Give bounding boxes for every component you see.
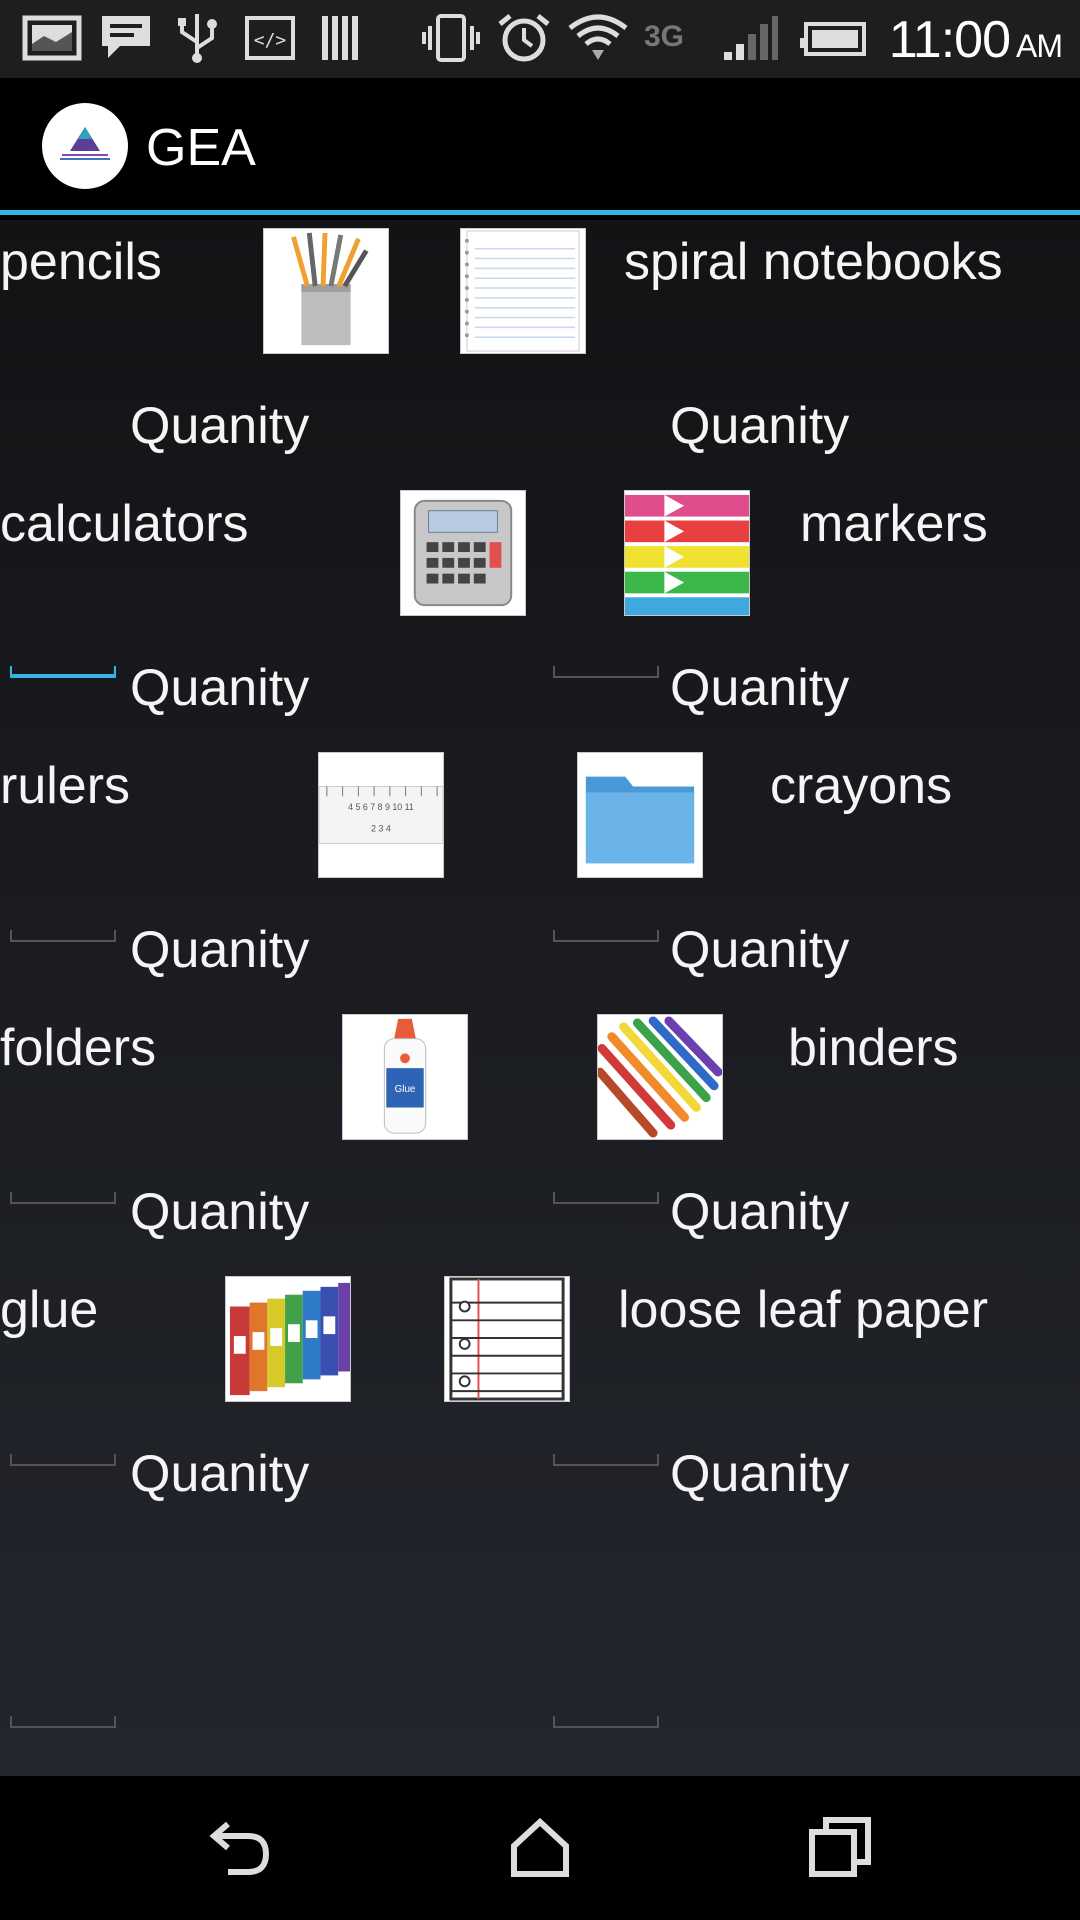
svg-text:Glue: Glue	[395, 1084, 416, 1095]
item-name-calculators: calculators	[0, 495, 249, 553]
item-name-folders: folders	[0, 1019, 157, 1077]
item-name-rulers: rulers	[0, 757, 131, 815]
navigation-bar	[0, 1776, 1080, 1920]
ruler-image: 4 5 6 7 8 9 10 11 2 3 4	[318, 752, 444, 878]
item-name-pencils: pencils	[0, 233, 162, 291]
quantity-input-pencils[interactable]	[10, 666, 116, 678]
quantity-label: Quanity	[130, 1445, 310, 1503]
battery-icon	[800, 22, 866, 56]
vibrate-icon	[422, 14, 480, 62]
quantity-label: Quanity	[670, 659, 850, 717]
glue-bottle-image: Glue	[342, 1014, 468, 1140]
quantity-label: Quanity	[130, 921, 310, 979]
pencils-cup-image	[263, 228, 389, 354]
usb-icon	[178, 14, 217, 63]
signal-icon	[724, 16, 778, 60]
binders-image	[225, 1276, 351, 1402]
recents-icon[interactable]	[804, 1812, 876, 1884]
app-title: GEA	[146, 119, 256, 177]
quantity-label: Quanity	[130, 1183, 310, 1241]
guilford-education-alliance-logo	[60, 127, 110, 160]
crayons-image	[597, 1014, 723, 1140]
quantity-label: Quanity	[670, 1183, 850, 1241]
quantity-input-rulers[interactable]	[10, 1192, 116, 1204]
quantity-input-folders[interactable]	[10, 1454, 116, 1466]
network-3g-icon: 3G	[644, 20, 685, 53]
quantity-label: Quanity	[130, 659, 310, 717]
wifi-icon	[568, 14, 628, 60]
status-time: 11:00 AM	[888, 11, 1063, 69]
quantity-label: Quanity	[130, 397, 310, 455]
item-name-markers: markers	[800, 495, 988, 553]
quantity-input-calculators[interactable]	[10, 930, 116, 942]
action-bar: GEA	[0, 78, 1080, 215]
item-name-spiral-notebooks: spiral notebooks	[624, 233, 1003, 291]
folder-image	[577, 752, 703, 878]
gallery-icon	[22, 15, 82, 61]
quantity-label: Quanity	[670, 397, 850, 455]
quantity-input-binders[interactable]	[553, 1454, 659, 1466]
markers-image	[624, 490, 750, 616]
item-name-glue: glue	[0, 1281, 99, 1339]
quantity-input-crayons[interactable]	[553, 1192, 659, 1204]
calculator-image	[400, 490, 526, 616]
back-icon[interactable]	[204, 1812, 276, 1884]
quantity-input-markers[interactable]	[553, 930, 659, 942]
svg-text:4 5 6 7 8 9 10 11: 4 5 6 7 8 9 10 11	[348, 802, 414, 812]
quantity-input-glue[interactable]	[10, 1716, 116, 1728]
message-icon	[102, 16, 150, 58]
barcode-icon	[322, 16, 358, 60]
svg-text:</>: </>	[254, 30, 287, 51]
spiral-notebook-image	[460, 228, 586, 354]
quantity-label: Quanity	[670, 1445, 850, 1503]
item-name-crayons: crayons	[770, 757, 953, 815]
loose-leaf-paper-image	[444, 1276, 570, 1402]
svg-text:2 3 4: 2 3 4	[371, 824, 391, 834]
quantity-input-spiral-notebooks[interactable]	[553, 666, 659, 678]
item-name-binders: binders	[788, 1019, 959, 1077]
status-bar: </> 3G 11:00 AM	[0, 0, 1080, 78]
quantity-label: Quanity	[670, 921, 850, 979]
home-icon[interactable]	[504, 1812, 576, 1884]
alarm-icon	[498, 14, 550, 62]
app-logo[interactable]	[42, 103, 128, 189]
code-icon: </>	[245, 16, 295, 60]
supply-list[interactable]: pencils spiral notebooks Quanity Quanity…	[0, 220, 1080, 1776]
quantity-input-loose-leaf-paper[interactable]	[553, 1716, 659, 1728]
item-name-loose-leaf-paper: loose leaf paper	[618, 1281, 989, 1339]
